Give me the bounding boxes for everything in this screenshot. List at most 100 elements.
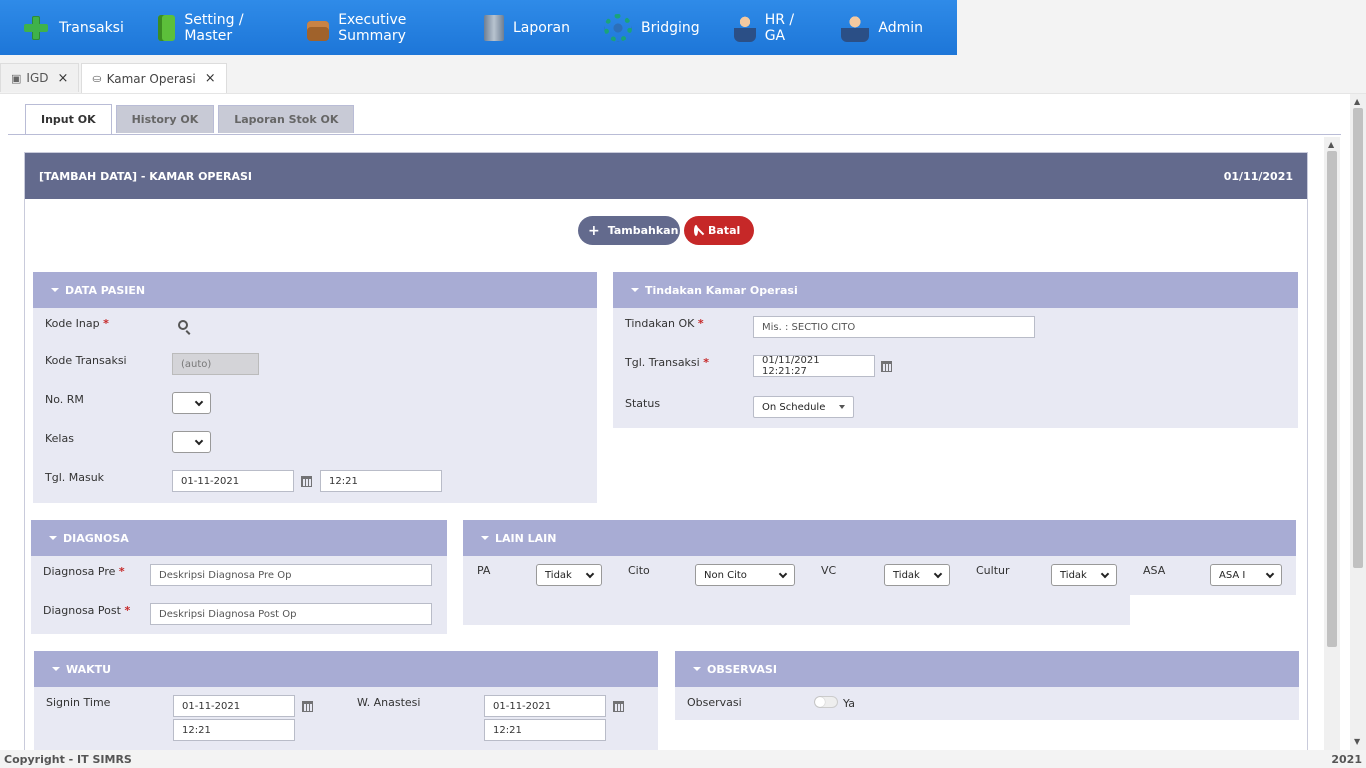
menu-executive-summary[interactable]: Executive Summary — [306, 0, 450, 55]
section-header[interactable]: WAKTU — [34, 651, 658, 687]
cito-label: Cito — [628, 564, 650, 577]
section-header[interactable]: DIAGNOSA — [31, 520, 447, 556]
calendar-icon[interactable] — [613, 701, 624, 712]
subtab-input-ok[interactable]: Input OK — [25, 104, 112, 134]
scroll-down-icon[interactable]: ▼ — [1354, 737, 1360, 746]
menu-admin[interactable]: Admin — [841, 0, 923, 55]
status-select[interactable]: On Schedule — [753, 396, 854, 418]
section-header[interactable]: DATA PASIEN — [33, 272, 597, 308]
tgl-masuk-time-field[interactable]: 12:21 — [320, 470, 442, 492]
close-icon[interactable]: × — [205, 71, 216, 86]
tgl-transaksi-field[interactable]: 01/11/2021 12:21:27 — [753, 355, 875, 377]
menu-label: Admin — [878, 19, 923, 36]
section-waktu: WAKTU Signin Time 01-11-2021 12:21 W. An… — [34, 651, 658, 751]
diagnosa-pre-field[interactable]: Deskripsi Diagnosa Pre Op — [150, 564, 432, 586]
tindakan-ok-label: Tindakan OK * — [625, 317, 704, 330]
menu-label: Transaksi — [59, 19, 124, 36]
tgl-transaksi-label: Tgl. Transaksi * — [625, 356, 709, 369]
tab-igd[interactable]: ▣ IGD × — [0, 63, 80, 92]
vc-value: Tidak — [893, 569, 920, 581]
calendar-icon[interactable] — [301, 476, 312, 487]
tab-label: IGD — [26, 71, 49, 85]
cito-select[interactable]: Non Cito — [695, 564, 795, 586]
caret-down-icon — [481, 536, 489, 540]
caret-down-icon — [52, 667, 60, 671]
kode-transaksi-field[interactable]: (auto) — [172, 353, 259, 375]
menu-label: Bridging — [641, 19, 700, 36]
section-header[interactable]: OBSERVASI — [675, 651, 1299, 687]
section-header[interactable]: LAIN LAIN — [463, 520, 1296, 556]
no-rm-select[interactable] — [172, 392, 211, 414]
kode-inap-label: Kode Inap * — [45, 317, 109, 330]
add-button[interactable]: + Tambahkan — [578, 216, 680, 245]
plus-icon — [22, 14, 50, 42]
anastesi-time-field[interactable]: 12:21 — [484, 719, 606, 741]
section-title: DIAGNOSA — [63, 531, 129, 545]
form-scrollbar[interactable]: ▲ — [1324, 137, 1340, 751]
pa-select[interactable]: Tidak — [536, 564, 602, 586]
anastesi-date-field[interactable]: 01-11-2021 — [484, 695, 606, 717]
section-header[interactable]: Tindakan Kamar Operasi — [613, 272, 1298, 308]
chevron-down-icon — [778, 569, 788, 578]
vc-label: VC — [821, 564, 837, 577]
pa-value: Tidak — [545, 569, 572, 581]
tgl-masuk-date-field[interactable]: 01-11-2021 — [172, 470, 294, 492]
kelas-select[interactable] — [172, 431, 211, 453]
scrollbar-thumb[interactable] — [1353, 108, 1363, 568]
add-button-label: Tambahkan — [607, 224, 679, 237]
caret-down-icon — [839, 405, 845, 409]
subtab-laporan-stok-ok[interactable]: Laporan Stok OK — [218, 105, 355, 133]
kode-transaksi-label: Kode Transaksi — [45, 354, 127, 367]
kelas-label: Kelas — [45, 432, 74, 445]
caret-down-icon — [631, 288, 639, 292]
calendar-icon[interactable] — [302, 701, 313, 712]
cultur-select[interactable]: Tidak — [1051, 564, 1117, 586]
page-scrollbar[interactable]: ▲ ▼ — [1350, 94, 1366, 751]
scrollbar-thumb[interactable] — [1327, 151, 1337, 647]
user-icon — [733, 13, 756, 42]
asa-select[interactable]: ASA I — [1210, 564, 1282, 586]
signin-date-field[interactable]: 01-11-2021 — [173, 695, 295, 717]
cancel-button[interactable]: Batal — [684, 216, 754, 245]
cancel-button-label: Batal — [708, 224, 741, 237]
asa-value: ASA I — [1219, 569, 1246, 581]
diagnosa-post-label: Diagnosa Post * — [43, 604, 131, 617]
plus-icon: + — [588, 222, 600, 239]
caret-down-icon — [693, 667, 701, 671]
tindakan-ok-field[interactable]: Mis. : SECTIO CITO — [753, 316, 1035, 338]
main-menu: Transaksi Setting / Master Executive Sum… — [0, 0, 957, 55]
w-anastesi-label: W. Anastesi — [357, 696, 421, 709]
section-title: Tindakan Kamar Operasi — [645, 283, 798, 297]
observasi-toggle[interactable] — [814, 696, 838, 708]
chevron-down-icon — [194, 436, 204, 445]
menu-setting-master[interactable]: Setting / Master — [157, 0, 273, 55]
menu-hr-ga[interactable]: HR / GA — [733, 0, 808, 55]
close-icon[interactable]: × — [57, 71, 68, 86]
subtab-history-ok[interactable]: History OK — [115, 105, 215, 133]
admin-icon — [841, 13, 870, 42]
scroll-up-icon[interactable]: ▲ — [1328, 140, 1334, 149]
briefcase-icon — [306, 20, 330, 41]
scroll-up-icon[interactable]: ▲ — [1354, 97, 1360, 106]
lain-lain-row-bottom — [463, 595, 1130, 625]
no-rm-label: No. RM — [45, 393, 84, 406]
gear-icon — [604, 13, 632, 42]
vc-select[interactable]: Tidak — [884, 564, 950, 586]
menu-laporan[interactable]: Laporan — [483, 0, 570, 55]
search-icon[interactable] — [178, 320, 188, 330]
section-title: OBSERVASI — [707, 662, 777, 676]
diagnosa-post-field[interactable]: Deskripsi Diagnosa Post Op — [150, 603, 432, 625]
caret-down-icon — [49, 536, 57, 540]
chevron-down-icon — [933, 569, 943, 578]
signin-time-field[interactable]: 12:21 — [173, 719, 295, 741]
tgl-masuk-label: Tgl. Masuk — [45, 471, 105, 484]
tab-kamar-operasi[interactable]: ⛀ Kamar Operasi × — [81, 63, 227, 93]
section-diagnosa: DIAGNOSA Diagnosa Pre * Deskripsi Diagno… — [31, 520, 447, 634]
menu-transaksi[interactable]: Transaksi — [22, 0, 124, 55]
footer-copyright: Copyright - IT SIMRS — [4, 752, 132, 766]
section-title: DATA PASIEN — [65, 283, 146, 297]
signin-time-label: Signin Time — [46, 696, 111, 709]
calendar-icon[interactable] — [881, 361, 892, 372]
menu-bridging[interactable]: Bridging — [604, 0, 700, 55]
pa-label: PA — [477, 564, 491, 577]
